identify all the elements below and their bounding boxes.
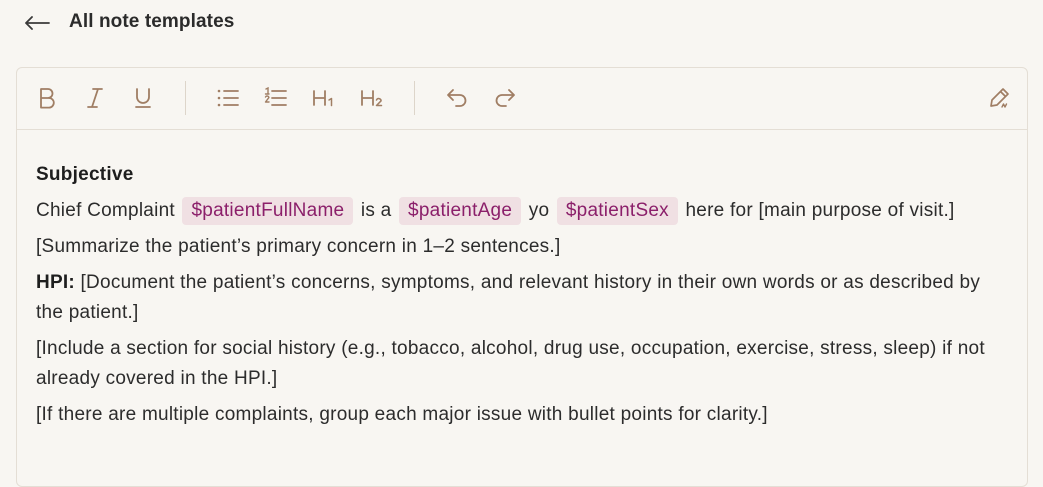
heading-2-icon[interactable] [356,82,388,114]
section-heading-subjective: Subjective [36,164,134,185]
text-segment: is a [360,200,392,221]
summary-instruction-paragraph: [Summarize the patient’s primary concern… [36,236,561,257]
note-template-body[interactable]: Subjective Chief Complaint $patientFullN… [36,160,996,436]
toolbar-divider [185,81,186,115]
note-editor: Subjective Chief Complaint $patientFullN… [16,67,1028,487]
numbered-list-icon[interactable] [260,82,292,114]
redo-icon[interactable] [489,82,521,114]
text-segment: here for [main purpose of visit.] [685,200,955,221]
heading-1-icon[interactable] [308,82,340,114]
toolbar-divider [414,81,415,115]
variable-patient-sex[interactable]: $patientSex [556,197,678,225]
back-to-templates-link[interactable]: All note templates [69,11,234,33]
hpi-paragraph: HPI: [Document the patient’s concerns, s… [36,268,996,328]
bold-icon[interactable] [31,82,63,114]
edit-pen-icon[interactable] [983,82,1015,114]
variable-patient-age[interactable]: $patientAge [399,197,522,225]
hpi-label: HPI: [36,272,75,293]
chief-complaint-label: Chief Complaint [36,200,175,221]
text-segment: yo [528,200,550,221]
undo-icon[interactable] [441,82,473,114]
multiple-complaints-paragraph: [If there are multiple complaints, group… [36,404,768,425]
bullet-list-icon[interactable] [212,82,244,114]
hpi-instruction-text: [Document the patient’s concerns, sympto… [36,272,981,323]
social-history-paragraph: [Include a section for social history (e… [36,338,985,389]
top-bar: All note templates [0,0,1043,46]
formatting-toolbar [17,68,1027,130]
variable-patient-full-name[interactable]: $patientFullName [182,197,354,225]
italic-icon[interactable] [79,82,111,114]
underline-icon[interactable] [127,82,159,114]
chief-complaint-paragraph: Chief Complaint $patientFullName is a $p… [36,196,996,226]
arrow-left-icon[interactable] [22,8,52,38]
